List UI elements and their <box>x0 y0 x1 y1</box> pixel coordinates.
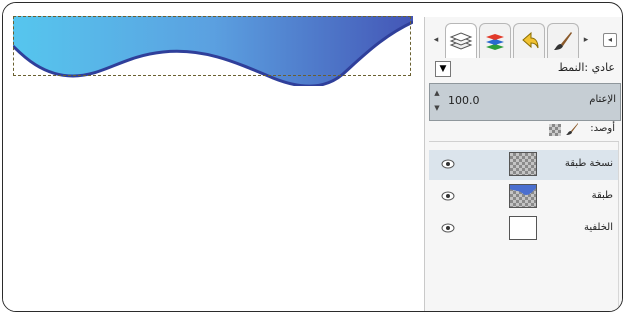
image-canvas[interactable] <box>3 3 423 311</box>
layers-dock: ◂ ▸ ◂ ▼ عادي:النمط ▲ ▼ 100.0 الإعتام أو… <box>424 17 622 311</box>
layers-tab-icon <box>449 32 473 50</box>
wave-thumbnail-graphic <box>510 185 536 196</box>
wave-graphic <box>13 16 413 86</box>
layers-scroll-edge <box>618 142 619 311</box>
opacity-label: الإعتام <box>589 94 616 105</box>
scroll-left-icon[interactable]: ◂ <box>431 33 441 47</box>
dock-tab-bar: ◂ ▸ ◂ <box>429 21 619 61</box>
opacity-field[interactable]: ▲ ▼ 100.0 الإعتام <box>429 83 621 121</box>
opacity-spinner[interactable]: ▲ ▼ <box>432 86 442 116</box>
mode-row: ▼ عادي :النمط <box>429 59 619 79</box>
layer-thumbnail <box>509 216 537 240</box>
layers-list: نسخة طبقة طبقة الخلفية <box>429 141 619 311</box>
tab-undo-history[interactable] <box>513 23 545 58</box>
layer-name: طبقة <box>591 190 613 201</box>
layer-row-background[interactable]: الخلفية <box>429 214 619 244</box>
lock-brush-icon[interactable] <box>565 122 579 136</box>
layer-thumbnail <box>509 184 537 208</box>
lock-label: أوصد: <box>590 123 615 134</box>
layer-row-copy[interactable]: نسخة طبقة <box>429 150 619 180</box>
lock-pixels-icon[interactable] <box>549 124 561 136</box>
scroll-right-icon[interactable]: ▸ <box>581 33 591 47</box>
eye-icon[interactable] <box>441 223 455 233</box>
app-window: ◂ ▸ ◂ ▼ عادي:النمط ▲ ▼ 100.0 الإعتام أو… <box>2 2 623 312</box>
dock-menu-button[interactable]: ◂ <box>603 33 617 47</box>
lock-row: أوصد: <box>429 121 619 139</box>
tab-layers[interactable] <box>445 23 477 58</box>
opacity-value[interactable]: 100.0 <box>448 94 480 107</box>
eye-icon[interactable] <box>441 159 455 169</box>
tab-channels[interactable] <box>479 23 511 58</box>
eye-icon[interactable] <box>441 191 455 201</box>
brushes-tab-icon <box>554 32 572 50</box>
layer-name: الخلفية <box>583 222 613 233</box>
layer-name: نسخة طبقة <box>564 158 613 169</box>
layer-thumbnail <box>509 152 537 176</box>
mode-dropdown[interactable]: ▼ <box>435 61 451 77</box>
layer-row-layer[interactable]: طبقة <box>429 182 619 212</box>
tab-brushes[interactable] <box>547 23 579 58</box>
mode-label: عادي :النمط <box>557 61 615 74</box>
undo-history-tab-icon <box>522 31 539 49</box>
channels-tab-icon <box>486 34 504 50</box>
